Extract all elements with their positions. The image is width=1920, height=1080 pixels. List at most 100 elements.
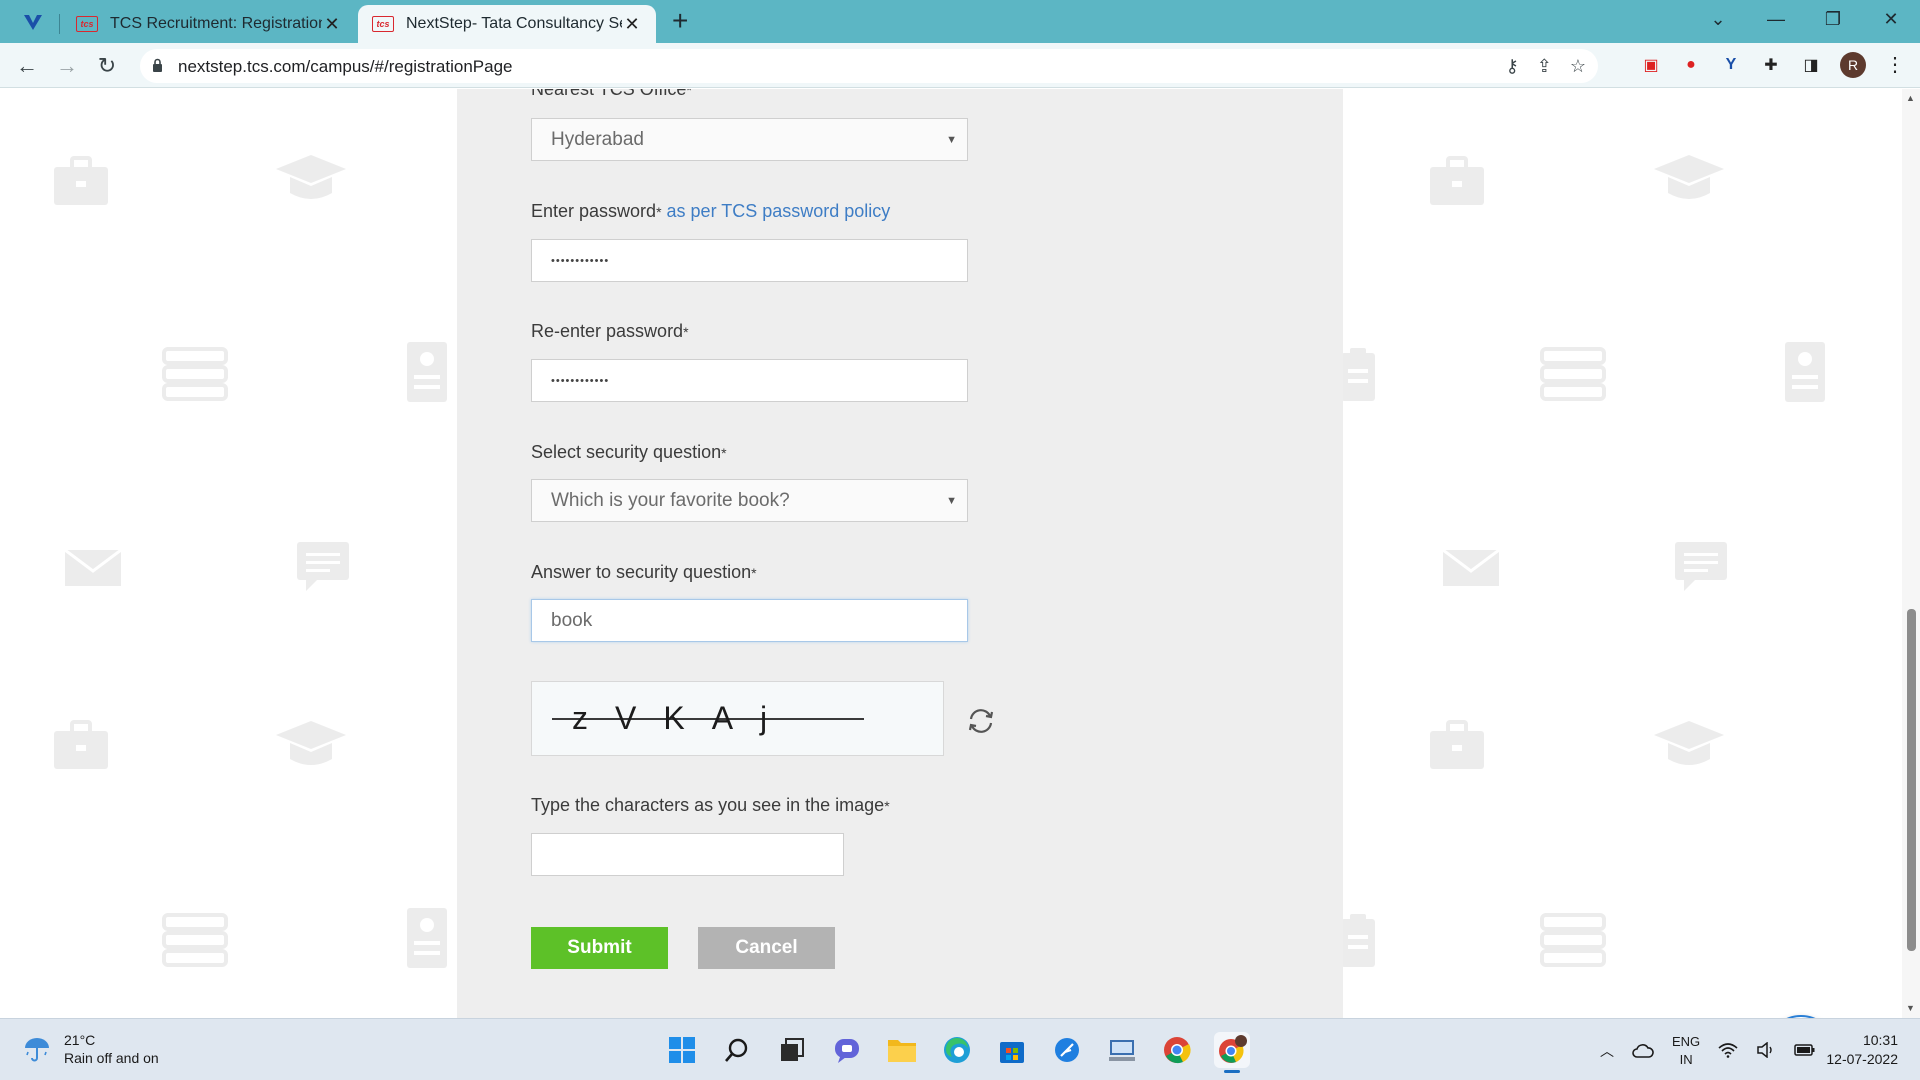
address-bar[interactable]: nextstep.tcs.com/campus/#/registrationPa… (140, 49, 1598, 83)
graduation-cap-icon (276, 155, 346, 199)
envelope-icon (64, 549, 122, 586)
remote-desktop-icon[interactable] (1104, 1032, 1140, 1068)
language-indicator[interactable]: ENG IN (1672, 1033, 1700, 1069)
reload-icon[interactable]: ↻ (92, 51, 122, 81)
file-explorer-icon[interactable] (884, 1032, 920, 1068)
record-icon[interactable]: ● (1680, 54, 1702, 76)
new-tab-button[interactable]: + (672, 7, 688, 35)
task-view-icon[interactable] (774, 1032, 810, 1068)
password-field[interactable]: •••••••••••• (531, 239, 968, 282)
volume-icon[interactable] (1756, 1040, 1776, 1061)
security-answer-field[interactable]: book (531, 599, 968, 642)
lock-icon (153, 58, 162, 72)
books-icon (1540, 347, 1606, 401)
onedrive-cloud-icon[interactable] (1632, 1043, 1654, 1059)
feather-app-icon[interactable] (1049, 1032, 1085, 1068)
chrome-profile-icon[interactable] (1214, 1032, 1250, 1073)
edge-browser-icon[interactable] (939, 1032, 975, 1068)
chat-icon (1675, 542, 1727, 591)
taskbar-apps (664, 1032, 1250, 1073)
screen-recorder-icon[interactable]: ▣ (1640, 54, 1662, 76)
forward-arrow-icon[interactable]: → (52, 51, 82, 81)
system-tray: ︿ ENG IN (1600, 1033, 1816, 1069)
chrome-icon[interactable] (1159, 1032, 1195, 1068)
office-label: Nearest TCS Office* (531, 89, 692, 99)
security-answer-label: Answer to security question* (531, 562, 757, 582)
url-text: nextstep.tcs.com/campus/#/registrationPa… (178, 57, 513, 76)
captcha-text: zVKAj (572, 700, 795, 736)
page-scrollbar[interactable]: ▲ ▼ (1902, 89, 1920, 1018)
reenter-password-field[interactable]: •••••••••••• (531, 359, 968, 402)
windows-start-icon[interactable] (664, 1032, 700, 1068)
graduation-cap-icon (1654, 721, 1724, 765)
briefcase-icon (54, 156, 108, 205)
key-icon[interactable]: ⚷ (1506, 56, 1519, 77)
page-viewport: Nearest TCS Office* Hyderabad ▼ Enter pa… (0, 89, 1902, 1018)
weather-widget[interactable]: 21°C Rain off and on (22, 1031, 159, 1067)
restore-button[interactable]: ❐ (1813, 4, 1853, 34)
briefcase-icon (54, 720, 108, 769)
tab-tcs-recruitment[interactable]: tcs TCS Recruitment: Registrations O ✕ (62, 5, 356, 43)
scroll-down-arrow-icon[interactable]: ▼ (1906, 1003, 1915, 1013)
security-answer-value: book (551, 609, 593, 631)
books-icon (1540, 913, 1606, 967)
chevron-up-icon[interactable]: ︿ (1600, 1041, 1614, 1061)
windows-taskbar: 21°C Rain off and on ︿ ENG IN 10:31 12-0… (0, 1018, 1920, 1080)
more-menu-icon[interactable]: ⋮ (1885, 52, 1905, 77)
reenter-password-mask: •••••••••••• (551, 374, 610, 387)
registration-form-panel: Nearest TCS Office* Hyderabad ▼ Enter pa… (457, 89, 1343, 1018)
captcha-image: zVKAj (531, 681, 944, 756)
close-window-button[interactable]: ✕ (1871, 4, 1911, 34)
refresh-captcha-icon[interactable] (965, 705, 997, 737)
weather-condition: Rain off and on (64, 1050, 159, 1066)
clock-date: 12-07-2022 (1826, 1051, 1898, 1067)
side-panel-icon[interactable]: ◨ (1800, 54, 1822, 76)
books-icon (162, 913, 228, 967)
wifi-icon[interactable] (1718, 1042, 1738, 1061)
puzzle-icon[interactable]: ✚ (1760, 54, 1782, 76)
tab-separator (59, 14, 60, 34)
reenter-password-label: Re-enter password* (531, 321, 689, 341)
dropdown-caret-icon: ▼ (946, 134, 957, 146)
password-mask: •••••••••••• (551, 254, 610, 267)
battery-icon[interactable] (1794, 1043, 1816, 1060)
id-badge-icon (407, 908, 447, 968)
captcha-input-label: Type the characters as you see in the im… (531, 795, 890, 815)
rain-umbrella-icon (25, 1038, 49, 1062)
id-badge-icon (1785, 342, 1825, 402)
id-badge-icon (407, 342, 447, 402)
share-icon[interactable]: ⇪ (1537, 56, 1552, 77)
tab-close-icon[interactable]: ✕ (622, 14, 642, 35)
password-label: Enter password* as per TCS password poli… (531, 201, 891, 221)
vpn-extension-icon[interactable]: Y (1720, 54, 1742, 76)
password-policy-link[interactable]: as per TCS password policy (667, 201, 891, 221)
captcha-input[interactable] (531, 833, 844, 876)
back-arrow-icon[interactable]: ← (12, 51, 42, 81)
office-select-value: Hyderabad (551, 128, 644, 150)
avatar[interactable]: R (1840, 52, 1866, 78)
cancel-button[interactable]: Cancel (698, 927, 835, 969)
region-code: IN (1679, 1052, 1693, 1067)
scroll-up-arrow-icon[interactable]: ▲ (1906, 93, 1915, 103)
dropdown-caret-icon: ▼ (946, 495, 957, 507)
teams-chat-icon[interactable] (829, 1032, 865, 1068)
tab-nextstep[interactable]: tcs NextStep- Tata Consultancy Servi ✕ (358, 5, 656, 43)
system-clock[interactable]: 10:31 12-07-2022 (1818, 1031, 1898, 1069)
office-select[interactable]: Hyderabad ▼ (531, 118, 968, 161)
vpn-extension-icon[interactable] (18, 9, 48, 35)
tab-title: NextStep- Tata Consultancy Servi (406, 15, 622, 32)
tab-search-icon[interactable]: ⌄ (1698, 4, 1738, 34)
tcs-favicon-icon: tcs (76, 16, 98, 32)
tab-close-icon[interactable]: ✕ (322, 14, 342, 35)
microsoft-store-icon[interactable] (994, 1032, 1030, 1068)
bookmark-star-icon[interactable]: ☆ (1570, 56, 1586, 77)
scroll-thumb[interactable] (1907, 609, 1916, 951)
submit-button[interactable]: Submit (531, 927, 668, 969)
tcs-favicon-icon: tcs (372, 16, 394, 32)
briefcase-icon (1430, 156, 1484, 205)
minimize-button[interactable]: — (1756, 4, 1796, 34)
browser-tab-strip: tcs TCS Recruitment: Registrations O ✕ t… (0, 0, 1920, 43)
security-question-select[interactable]: Which is your favorite book? ▼ (531, 479, 968, 522)
search-icon[interactable] (719, 1032, 755, 1068)
graduation-cap-icon (276, 721, 346, 765)
